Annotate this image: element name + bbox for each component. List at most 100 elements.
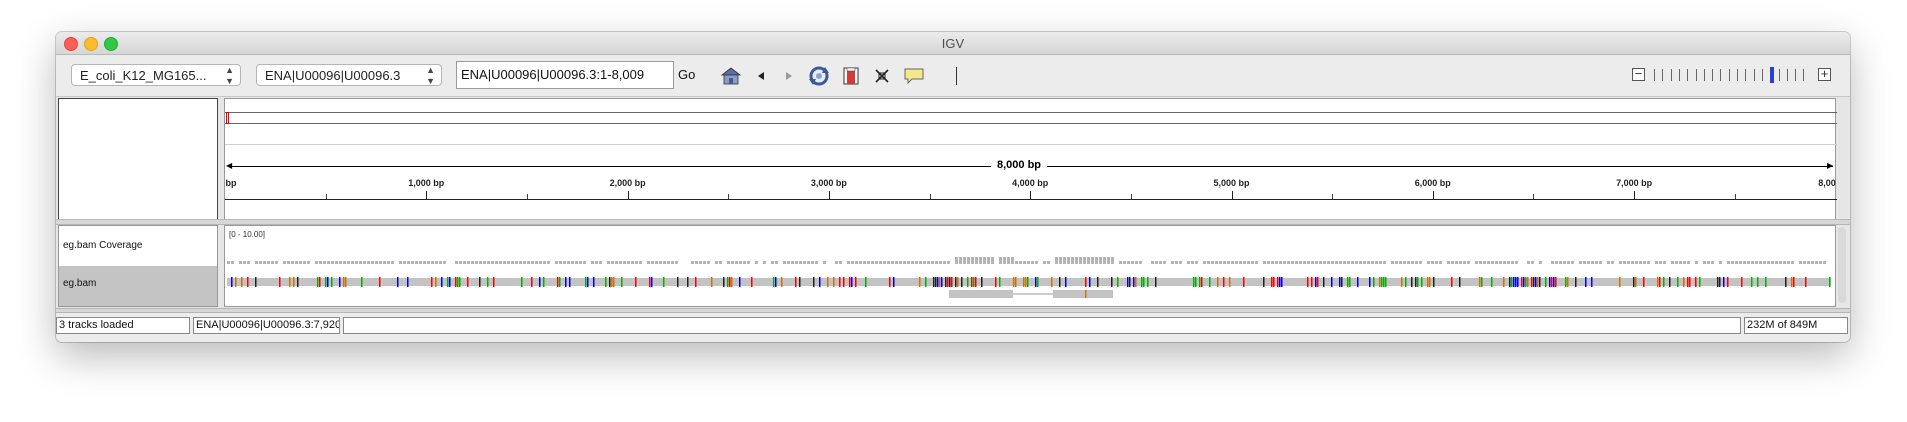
tracks-canvas[interactable] (225, 226, 1835, 306)
coverage-bar (327, 261, 330, 264)
mismatch-mark (687, 277, 689, 287)
coverage-bar (651, 261, 654, 264)
zoom-level-tick[interactable] (1778, 69, 1780, 81)
coverage-bar (1047, 261, 1050, 264)
ruler-panel[interactable]: ◀ ▶ 8,000 bp bp 1,000 bp 2,000 bp 3,000 bp 4… (224, 98, 1837, 228)
mismatch-mark (1481, 277, 1483, 287)
coverage-bar (1299, 261, 1302, 264)
coverage-bar (1763, 261, 1766, 264)
go-button[interactable]: Go (678, 64, 695, 86)
tracks-data-panel[interactable]: [0 - 10.00] (224, 225, 1836, 307)
mismatch-mark (1535, 277, 1537, 287)
zoom-level-tick[interactable] (1803, 69, 1805, 81)
alignment-track-name-row[interactable]: eg.bam (59, 266, 217, 306)
ruler-major-tick (1432, 191, 1434, 199)
coverage-bar (1499, 261, 1502, 264)
back-icon[interactable] (748, 63, 774, 89)
coverage-bar (1463, 261, 1466, 264)
zoom-level-tick[interactable] (1703, 69, 1705, 81)
mismatch-mark (587, 277, 589, 287)
zoom-level-tick[interactable] (1712, 69, 1714, 81)
mismatch-mark (1135, 277, 1137, 287)
tracks-scrollbar[interactable] (1838, 227, 1846, 303)
coverage-bar (1783, 261, 1786, 264)
coverage-bar (1459, 261, 1462, 264)
coverage-bar (1283, 261, 1286, 264)
ruler-tick-label: 7,000 bp (1616, 178, 1653, 188)
zoom-level-tick[interactable] (1695, 69, 1697, 81)
zoom-level-tick[interactable] (1795, 69, 1797, 81)
zoom-widget[interactable]: − + (1632, 64, 1832, 86)
mismatch-mark (1217, 277, 1219, 287)
mismatch-mark (1619, 277, 1621, 287)
zoom-level-tick[interactable] (1728, 69, 1730, 81)
coverage-bar (815, 261, 818, 264)
roi-icon[interactable] (838, 63, 864, 89)
popup-text-icon[interactable] (901, 63, 927, 89)
mismatch-mark (247, 277, 249, 287)
refresh-icon[interactable] (806, 63, 832, 89)
coverage-bar (899, 261, 902, 264)
coverage-bar (1331, 261, 1334, 264)
coverage-bar (1027, 261, 1030, 264)
coverage-bar (1703, 261, 1706, 264)
home-icon[interactable] (718, 63, 744, 89)
coverage-bar (1159, 261, 1162, 264)
zoom-level-current[interactable] (1770, 67, 1775, 83)
zoom-level-tick[interactable] (1786, 69, 1788, 81)
mismatch-mark (345, 277, 347, 287)
mismatch-mark (1511, 277, 1513, 287)
mismatch-mark (1243, 277, 1245, 287)
mismatch-mark (343, 277, 345, 287)
mismatch-mark (235, 277, 237, 287)
coverage-bar (927, 261, 930, 264)
mismatch-mark (1575, 277, 1577, 287)
locus-search-input[interactable]: ENA|U00096|U00096.3:1-8,009 (456, 61, 674, 89)
coverage-bar (807, 261, 810, 264)
mismatch-mark (1591, 277, 1593, 287)
mismatch-mark (459, 277, 461, 287)
zoom-level-tick[interactable] (1654, 69, 1655, 81)
mismatch-mark (1829, 277, 1831, 287)
coverage-track-name-row[interactable]: eg.bam Coverage (59, 226, 217, 266)
chromosome-select[interactable]: ENA|U00096|U00096.3 ▲ ▼ (256, 64, 442, 86)
coverage-bar (871, 261, 874, 264)
mismatch-mark (1533, 277, 1535, 287)
coverage-bar (1059, 257, 1062, 264)
mismatch-mark (593, 277, 595, 287)
zoom-level-tick[interactable] (1687, 69, 1689, 81)
zoom-level-tick[interactable] (1662, 69, 1664, 81)
coverage-bar (671, 261, 674, 264)
coverage-bar (959, 257, 962, 264)
mismatch-mark (1643, 277, 1645, 287)
zoom-level-tick[interactable] (1670, 69, 1672, 81)
coverage-bar (1623, 261, 1626, 264)
coverage-bar (527, 261, 530, 264)
zoom-level-tick[interactable] (1737, 69, 1738, 81)
coverage-bar (1311, 261, 1314, 264)
zoom-level-tick[interactable] (1761, 69, 1763, 81)
genome-select[interactable]: E_coli_K12_MG165... ▲ ▼ (71, 64, 241, 86)
zoom-out-button[interactable]: − (1632, 67, 1645, 81)
coverage-bar (319, 261, 322, 264)
resize-icon[interactable] (869, 63, 895, 89)
zoom-level-tick[interactable] (1745, 69, 1747, 81)
zoom-level-tick[interactable] (1678, 69, 1680, 81)
alignment-read (949, 290, 1013, 298)
mismatch-mark (1553, 277, 1555, 287)
mismatch-mark (1339, 277, 1341, 287)
ruler-tick-label: 2,000 bp (609, 178, 646, 188)
mismatch-mark (1531, 277, 1533, 287)
mismatch-mark (1459, 277, 1461, 287)
forward-icon[interactable] (776, 63, 802, 89)
coverage-bar (1267, 261, 1270, 264)
mismatch-mark (1687, 277, 1689, 287)
zoom-level-tick[interactable] (1720, 69, 1722, 81)
coverage-bar (227, 261, 230, 264)
mismatch-mark (1133, 277, 1135, 287)
mismatch-mark (1085, 277, 1087, 287)
zoom-level-tick[interactable] (1753, 69, 1755, 81)
ruler-baseline (225, 199, 1837, 200)
mismatch-mark (1027, 277, 1029, 287)
zoom-in-button[interactable]: + (1818, 67, 1831, 81)
